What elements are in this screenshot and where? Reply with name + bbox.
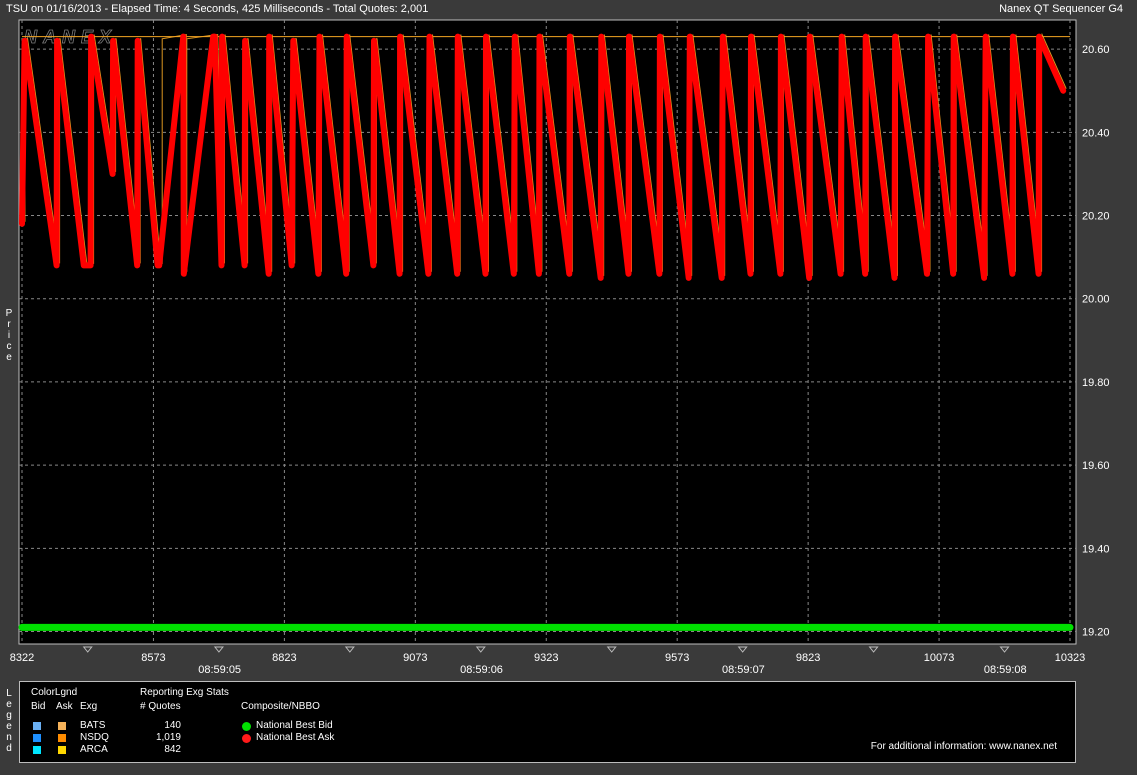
- stats-title: Reporting Exg Stats: [140, 687, 229, 698]
- quotes-header: # Quotes: [140, 701, 181, 712]
- arca-ask-swatch: [58, 746, 66, 754]
- legend-side-label: Legend: [4, 688, 14, 754]
- col-ask-header: Ask: [56, 701, 73, 712]
- time-label: 08:59:08: [984, 664, 1027, 676]
- x-marker: [475, 646, 486, 653]
- time-label: 08:59:07: [722, 664, 765, 676]
- vertical-letter: e: [6, 352, 12, 363]
- x-marker: [606, 646, 617, 653]
- y-tick-label: 19.40: [1082, 543, 1110, 555]
- vertical-letter: g: [6, 710, 12, 721]
- y-tick-label: 19.20: [1082, 627, 1110, 639]
- exchange-quotes: 140: [164, 720, 181, 731]
- nba-legend-marker: [242, 734, 251, 743]
- bats-ask-swatch: [58, 722, 66, 730]
- vertical-letter: n: [6, 732, 12, 743]
- footer-link[interactable]: For additional information: www.nanex.ne…: [871, 741, 1057, 752]
- arca-bid-swatch: [33, 746, 41, 754]
- x-tick-label: 9573: [665, 652, 689, 664]
- x-tick-label: 10323: [1055, 652, 1086, 664]
- x-tick-label: 8573: [141, 652, 165, 664]
- exchange-name: ARCA: [80, 744, 108, 755]
- x-marker: [82, 646, 93, 653]
- nbb-legend-label: National Best Bid: [256, 720, 333, 731]
- nba-legend-label: National Best Ask: [256, 732, 335, 743]
- x-tick-label: 9323: [534, 652, 558, 664]
- color-legend-title: ColorLgnd: [31, 687, 78, 698]
- price-chart: NANEX 20.6020.4020.2020.0019.8019.6019.4…: [10, 19, 1110, 676]
- x-tick-label: 10073: [924, 652, 955, 664]
- y-axis-label: Price: [4, 308, 14, 363]
- vertical-letter: L: [6, 688, 12, 699]
- vertical-letter: c: [6, 341, 12, 352]
- time-label: 08:59:06: [460, 664, 503, 676]
- x-tick-label: 9073: [403, 652, 427, 664]
- x-marker: [737, 646, 748, 653]
- x-marker: [213, 646, 224, 653]
- exchange-quotes: 842: [164, 744, 181, 755]
- exchange-name: NSDQ: [80, 732, 109, 743]
- vertical-letter: i: [7, 330, 11, 341]
- x-tick-label: 8823: [272, 652, 296, 664]
- exchange-name: BATS: [80, 720, 106, 731]
- composite-title: Composite/NBBO: [241, 701, 320, 712]
- x-tick-label: 8322: [10, 652, 34, 664]
- y-tick-label: 20.00: [1082, 294, 1110, 306]
- time-label: 08:59:05: [198, 664, 241, 676]
- x-marker: [999, 646, 1010, 653]
- nsdq-bid-swatch: [33, 734, 41, 742]
- y-tick-label: 19.60: [1082, 460, 1110, 472]
- y-tick-label: 20.40: [1082, 127, 1110, 139]
- col-bid-header: Bid: [31, 701, 46, 712]
- bats-bid-swatch: [33, 722, 41, 730]
- x-marker: [868, 646, 879, 653]
- exchange-quotes: 1,019: [155, 732, 181, 743]
- vertical-letter: d: [6, 743, 12, 754]
- nbb-legend-marker: [242, 722, 251, 731]
- nsdq-ask-swatch: [58, 734, 66, 742]
- vertical-letter: P: [5, 308, 13, 319]
- y-tick-label: 20.20: [1082, 211, 1110, 223]
- y-tick-label: 20.60: [1082, 44, 1110, 56]
- col-exg-header: Exg: [80, 701, 98, 712]
- vertical-letter: e: [6, 699, 12, 710]
- y-tick-label: 19.80: [1082, 377, 1110, 389]
- vertical-letter: r: [7, 319, 11, 330]
- legend-panel: ColorLgnd Bid Ask Exg Reporting Exg Stat…: [19, 681, 1076, 763]
- vertical-letter: e: [6, 721, 12, 732]
- x-marker: [344, 646, 355, 653]
- x-tick-label: 9823: [796, 652, 820, 664]
